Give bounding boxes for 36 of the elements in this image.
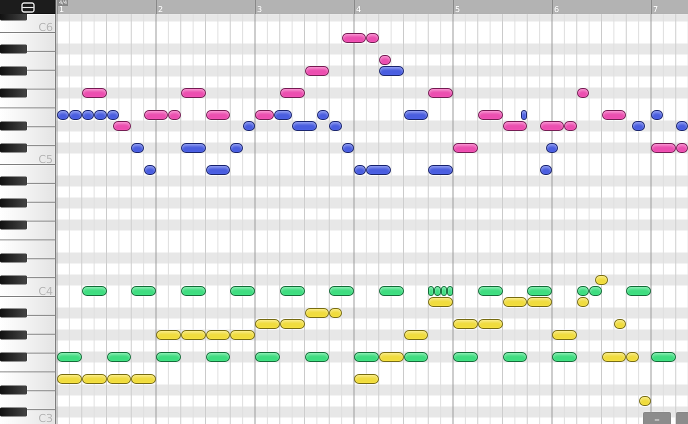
bar-number: 7	[653, 6, 658, 14]
bar-number: 4	[356, 6, 362, 14]
note[interactable]	[230, 286, 255, 296]
note[interactable]	[527, 286, 552, 296]
note[interactable]	[366, 165, 392, 175]
note[interactable]	[378, 286, 404, 296]
note[interactable]	[180, 286, 206, 296]
tray-icon[interactable]	[20, 2, 34, 12]
note[interactable]	[428, 286, 434, 296]
note[interactable]	[82, 286, 106, 296]
note[interactable]	[428, 165, 453, 175]
note[interactable]	[428, 88, 453, 98]
note[interactable]	[82, 88, 106, 98]
zoom-button[interactable]: –	[643, 412, 671, 424]
note[interactable]	[292, 121, 317, 131]
bar-number: 2	[158, 6, 164, 14]
note[interactable]	[478, 110, 502, 120]
note[interactable]	[180, 88, 206, 98]
note[interactable]	[478, 286, 502, 296]
note[interactable]	[626, 286, 651, 296]
note[interactable]	[329, 286, 354, 296]
note[interactable]	[255, 110, 274, 120]
note[interactable]	[280, 286, 304, 296]
bar-number: 1	[59, 6, 64, 14]
note[interactable]	[453, 143, 478, 153]
note[interactable]	[434, 286, 441, 296]
note[interactable]	[521, 110, 528, 120]
bar-number: 6	[554, 6, 560, 14]
bar-number: 3	[257, 6, 262, 14]
note[interactable]	[651, 143, 676, 153]
note[interactable]	[280, 88, 304, 98]
bar-number: 5	[455, 6, 460, 14]
piano-keyboard-drawing[interactable]	[0, 14, 55, 424]
note[interactable]	[378, 66, 404, 76]
note[interactable]	[131, 286, 156, 296]
note[interactable]	[180, 143, 206, 153]
